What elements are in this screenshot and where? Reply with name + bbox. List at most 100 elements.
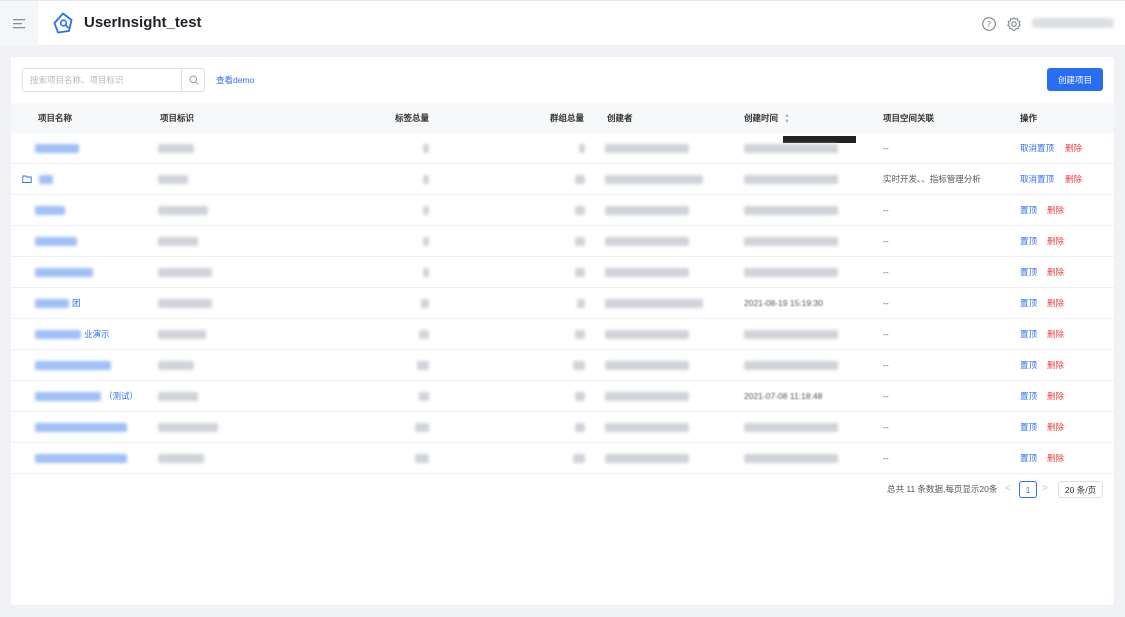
group-total-cell <box>575 226 585 257</box>
tag-total-cell <box>419 381 429 412</box>
project-name-cell[interactable] <box>35 350 114 381</box>
app-title: UserInsight_test <box>84 14 202 31</box>
prev-page-button[interactable]: < <box>1005 483 1011 494</box>
project-name-cell[interactable]: 业演示 <box>35 319 110 350</box>
next-page-button[interactable]: > <box>1042 483 1048 494</box>
logo-icon <box>53 12 73 34</box>
table-row: -- 置顶 删除 <box>11 443 1114 474</box>
project-key-cell <box>158 381 198 412</box>
pin-button[interactable]: 置顶 <box>1020 226 1037 257</box>
project-name-blurred <box>35 423 127 433</box>
folder-icon <box>22 175 32 183</box>
delete-button[interactable]: 删除 <box>1047 381 1064 412</box>
pin-button[interactable]: 置顶 <box>1020 195 1037 226</box>
project-name-suffix: （测试） <box>104 391 139 401</box>
space-link-cell: -- <box>883 236 889 246</box>
view-demo-link[interactable]: 查看demo <box>216 74 254 86</box>
project-name-blurred <box>35 237 77 247</box>
project-name-blurred <box>35 361 111 371</box>
creator-cell <box>605 350 689 381</box>
project-name-cell[interactable] <box>35 257 96 288</box>
project-table: 项目名称 项目标识 标签总量 群组总量 创建者 创建时间 ▲ ▼ 项目空间关联 操作… <box>11 103 1114 474</box>
delete-button[interactable]: 删除 <box>1047 412 1064 443</box>
group-total-cell <box>577 288 585 319</box>
table-row: 团 2021-08-19 15:19:30 -- 置顶 删除 <box>11 288 1114 319</box>
tag-total-cell <box>423 164 429 195</box>
table-header: 项目名称 项目标识 标签总量 群组总量 创建者 创建时间 ▲ ▼ 项目空间关联 操作 <box>11 103 1114 133</box>
project-name-blurred <box>35 206 65 216</box>
delete-button[interactable]: 删除 <box>1047 195 1064 226</box>
project-key-cell <box>158 443 204 474</box>
space-link-cell: -- <box>883 422 889 432</box>
page-size-select[interactable]: 20 条/页 <box>1058 481 1103 498</box>
search-button[interactable] <box>181 69 205 91</box>
delete-button[interactable]: 删除 <box>1047 319 1064 350</box>
group-total-cell <box>575 164 585 195</box>
sort-icon[interactable]: ▲ ▼ <box>784 113 790 125</box>
project-name-cell[interactable] <box>35 133 82 164</box>
table-row: （测试） 2021-07-08 11:18:48 -- 置顶 删除 <box>11 381 1114 412</box>
project-name-suffix: 业演示 <box>84 329 110 339</box>
settings-icon[interactable] <box>1006 16 1022 32</box>
pin-button[interactable]: 置顶 <box>1020 319 1037 350</box>
col-project-key: 项目标识 <box>160 113 195 123</box>
table-row: -- 置顶 删除 <box>11 350 1114 381</box>
pin-button[interactable]: 置顶 <box>1020 412 1037 443</box>
col-creator: 创建者 <box>607 113 633 123</box>
space-link-cell: -- <box>883 267 889 277</box>
col-tag-total: 标签总量 <box>395 113 430 123</box>
space-link-cell: -- <box>883 453 889 463</box>
project-name-cell[interactable]: 团 <box>35 288 81 319</box>
tag-total-cell <box>415 443 429 474</box>
pin-button[interactable]: 置顶 <box>1020 257 1037 288</box>
pin-button[interactable]: 置顶 <box>1020 350 1037 381</box>
creator-cell <box>605 133 689 164</box>
creator-cell <box>605 195 689 226</box>
project-name-cell[interactable] <box>39 164 56 195</box>
pin-button[interactable]: 置顶 <box>1020 288 1037 319</box>
delete-button[interactable]: 删除 <box>1065 164 1082 195</box>
creator-cell <box>605 412 689 443</box>
col-created-time-label: 创建时间 <box>744 113 779 123</box>
search-input[interactable] <box>23 69 181 91</box>
pagination-total: 总共 11 条数据,每页显示20条 <box>887 484 998 494</box>
menu-toggle-button[interactable] <box>0 1 38 46</box>
delete-button[interactable]: 删除 <box>1047 443 1064 474</box>
group-total-cell <box>575 319 585 350</box>
space-link-cell: -- <box>883 360 889 370</box>
delete-button[interactable]: 删除 <box>1047 226 1064 257</box>
group-total-cell <box>575 195 585 226</box>
project-key-cell <box>158 195 208 226</box>
delete-button[interactable]: 删除 <box>1047 257 1064 288</box>
search-box <box>22 68 205 92</box>
project-name-cell[interactable] <box>35 226 80 257</box>
pin-button[interactable]: 置顶 <box>1020 443 1037 474</box>
delete-button[interactable]: 删除 <box>1065 133 1082 164</box>
creator-cell <box>605 319 689 350</box>
svg-text:?: ? <box>987 20 991 29</box>
search-icon <box>189 75 199 85</box>
project-name-cell[interactable] <box>35 412 130 443</box>
delete-button[interactable]: 删除 <box>1047 350 1064 381</box>
table-row: -- 置顶 删除 <box>11 226 1114 257</box>
project-name-blurred <box>35 299 69 309</box>
created-time-cell <box>744 195 838 226</box>
pin-button[interactable]: 取消置顶 <box>1020 133 1054 164</box>
project-key-cell <box>158 412 218 443</box>
delete-button[interactable]: 删除 <box>1047 288 1064 319</box>
user-name-blurred[interactable] <box>1032 18 1114 28</box>
project-name-cell[interactable] <box>35 443 130 474</box>
help-icon[interactable]: ? <box>981 16 997 32</box>
project-name-cell[interactable] <box>35 195 68 226</box>
pin-button[interactable]: 取消置顶 <box>1020 164 1054 195</box>
menu-icon <box>13 18 25 28</box>
create-project-button[interactable]: 创建项目 <box>1047 68 1103 91</box>
pin-button[interactable]: 置顶 <box>1020 381 1037 412</box>
table-row: -- 置顶 删除 <box>11 412 1114 443</box>
page-1-button[interactable]: 1 <box>1019 481 1037 498</box>
creator-cell <box>605 288 703 319</box>
col-created-time[interactable]: 创建时间 ▲ ▼ <box>744 103 790 133</box>
tag-total-cell <box>419 319 429 350</box>
created-time-cell <box>744 164 838 195</box>
project-name-cell[interactable]: （测试） <box>35 381 138 412</box>
